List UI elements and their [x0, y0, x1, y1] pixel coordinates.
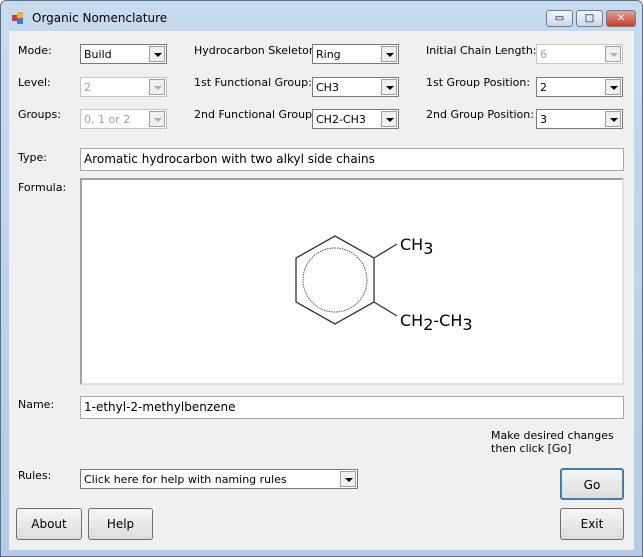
help-button[interactable]: Help [88, 508, 153, 540]
rules-value: Click here for help with naming rules [84, 473, 287, 486]
hint-line-2: then click [Go] [491, 442, 572, 455]
about-button[interactable]: About [16, 508, 82, 540]
exit-button[interactable]: Exit [560, 508, 624, 540]
methyl-label: CH3 [400, 235, 433, 258]
hint-text: Make desired changes then click [Go] [491, 429, 614, 455]
rules-select[interactable]: Click here for help with naming rules [80, 469, 358, 489]
rules-label: Rules: [18, 469, 52, 482]
name-field[interactable]: 1-ethyl-2-methylbenzene [80, 396, 624, 419]
hint-line-1: Make desired changes [491, 429, 614, 442]
chevron-down-icon[interactable] [340, 471, 356, 487]
go-button[interactable]: Go [560, 468, 624, 500]
bond-methyl [373, 243, 398, 259]
name-label: Name: [18, 398, 55, 411]
benzene-ring [295, 235, 375, 325]
ethyl-label: CH2-CH3 [400, 311, 473, 334]
aromatic-circle [302, 247, 368, 313]
bond-ethyl [373, 301, 398, 317]
